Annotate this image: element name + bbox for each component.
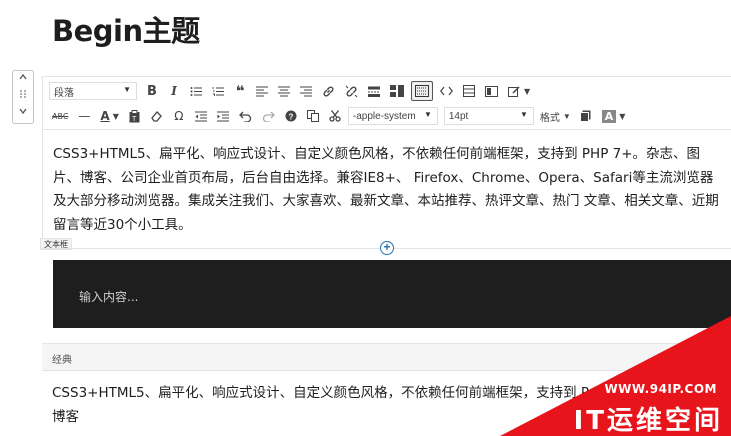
caret-down-icon: ▼ (562, 111, 571, 121)
move-down-button[interactable] (13, 106, 33, 122)
editor-toolbar: 段落 ▼ B I ❝ ▼ ABC — A ▼ T Ω ? -apple-syst… (43, 77, 731, 130)
undo-button[interactable] (236, 106, 255, 126)
horizontal-line-button[interactable]: — (75, 106, 93, 126)
columns-button[interactable] (482, 81, 501, 101)
move-up-button[interactable] (13, 72, 33, 88)
table-button[interactable] (460, 81, 478, 101)
text-color-icon: A (100, 109, 110, 123)
read-more-icon (368, 86, 380, 97)
font-size-value: 14pt (448, 110, 469, 122)
bullet-list-icon (190, 86, 202, 96)
outdent-button[interactable] (192, 106, 210, 126)
format-select[interactable]: 段落 ▼ (49, 82, 137, 100)
horizontal-line-icon: — (78, 109, 91, 123)
svg-text:T: T (132, 116, 137, 123)
keyboard-shortcuts-button[interactable] (411, 81, 433, 101)
text-color-button[interactable]: A ▼ (97, 106, 121, 126)
copy-style-button[interactable] (577, 106, 595, 126)
align-center-icon (278, 85, 290, 97)
table-icon (463, 85, 475, 97)
eraser-icon (151, 111, 162, 122)
numbered-list-button[interactable] (209, 81, 227, 101)
duplicate-icon (580, 110, 591, 122)
block-inserter-button[interactable]: + (380, 241, 394, 255)
insert-link-button[interactable] (319, 81, 338, 101)
font-family-value: -apple-system (352, 110, 416, 122)
caret-down-icon: ▼ (519, 110, 528, 119)
drag-handle[interactable] (13, 89, 33, 105)
chevron-up-icon (19, 73, 27, 80)
outdent-icon (194, 111, 207, 121)
remove-link-button[interactable] (342, 81, 361, 101)
align-right-icon (300, 85, 312, 97)
indent-button[interactable] (214, 106, 232, 126)
drag-handle-icon (20, 90, 26, 98)
page-title: Begin主题 (52, 14, 200, 48)
keyboard-icon (415, 85, 429, 97)
indent-icon (216, 111, 229, 121)
align-right-button[interactable] (297, 81, 315, 101)
redo-button[interactable] (259, 106, 278, 126)
formats-menu-label: 格式 (539, 112, 560, 124)
watermark-url: WWW.94IP.COM (604, 382, 717, 396)
font-size-select[interactable]: 14pt ▼ (443, 107, 534, 125)
kitchen-sink-icon (390, 85, 404, 97)
format-select-value: 段落 (54, 87, 74, 99)
clear-formatting-button[interactable] (148, 106, 166, 126)
classic-editor-content[interactable]: CSS3+HTML5、扁平化、响应式设计、自定义颜色风格，不依赖任何前端框架，支… (53, 143, 723, 237)
background-color-icon: A (601, 109, 617, 123)
redo-icon (262, 111, 275, 122)
background-color-button[interactable]: A ▼ (599, 106, 629, 126)
align-left-button[interactable] (253, 81, 271, 101)
numbered-list-icon (212, 86, 224, 96)
copy-button[interactable] (304, 106, 322, 126)
formats-menu[interactable]: 格式 ▼ (540, 109, 571, 124)
cut-button[interactable] (326, 106, 344, 126)
align-center-button[interactable] (275, 81, 293, 101)
caret-down-icon: ▼ (423, 110, 432, 119)
toolbar-row-2: ABC — A ▼ T Ω ? -apple-system ▼ 14pt ▼ 格… (49, 105, 632, 127)
columns-icon (485, 85, 498, 97)
plus-icon: + (383, 240, 391, 254)
special-character-button[interactable]: Ω (170, 106, 188, 126)
blockquote-button[interactable]: ❝ (231, 81, 249, 101)
site-watermark: WWW.94IP.COM IT运维空间 (500, 316, 731, 436)
bullet-list-button[interactable] (187, 81, 205, 101)
chevron-down-icon (19, 108, 27, 115)
code-block-placeholder[interactable]: 输入内容... (79, 288, 138, 305)
font-family-select[interactable]: -apple-system ▼ (347, 107, 438, 125)
bold-button[interactable]: B (143, 81, 161, 101)
edit-dropdown-button[interactable]: ▼ (505, 81, 533, 101)
help-icon: ? (285, 110, 297, 122)
code-button[interactable] (437, 81, 456, 101)
block-mover (12, 70, 34, 124)
link-icon (323, 86, 334, 96)
quote-icon: ❝ (235, 82, 245, 100)
toolbar-toggle-button[interactable] (387, 81, 407, 101)
watermark-name: IT运维空间 (573, 406, 723, 436)
unlink-icon (345, 85, 358, 97)
undo-icon (238, 111, 251, 122)
strikethrough-button[interactable]: ABC (49, 106, 71, 126)
classic-block-label: 经典 (52, 355, 72, 366)
scissors-icon (329, 110, 341, 122)
svg-text:?: ? (288, 113, 293, 122)
italic-button[interactable]: I (165, 81, 183, 101)
clipboard-icon: T (129, 109, 140, 123)
caret-down-icon: ▼ (524, 86, 531, 96)
copy-icon (306, 110, 319, 122)
read-more-button[interactable] (365, 81, 383, 101)
align-left-icon (256, 85, 268, 97)
classic-editor-block[interactable]: 段落 ▼ B I ❝ ▼ ABC — A ▼ T Ω ? -apple-syst… (42, 76, 731, 248)
strikethrough-icon: ABC (52, 111, 69, 121)
help-button[interactable]: ? (282, 106, 300, 126)
toolbar-row-1: 段落 ▼ B I ❝ ▼ (49, 80, 537, 102)
edit-icon (508, 86, 520, 97)
code-icon (440, 86, 453, 96)
caret-down-icon: ▼ (112, 111, 119, 121)
caret-down-icon: ▼ (123, 85, 131, 94)
caret-down-icon: ▼ (619, 111, 626, 121)
paste-as-text-button[interactable]: T (126, 106, 144, 126)
omega-icon: Ω (174, 109, 184, 123)
